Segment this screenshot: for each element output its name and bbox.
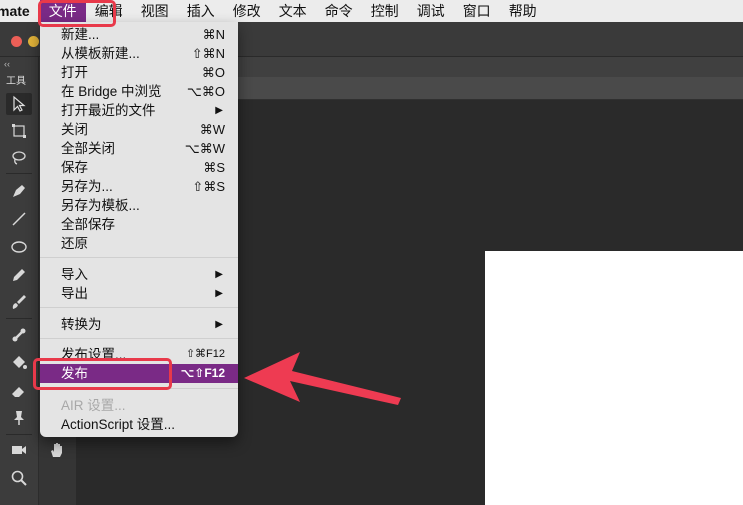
watermark: Bai 经验 jingyan.baidu.com (560, 420, 689, 482)
watermark-url: jingyan.baidu.com (571, 468, 677, 482)
watermark-logo: Bai 经验 (560, 427, 689, 463)
